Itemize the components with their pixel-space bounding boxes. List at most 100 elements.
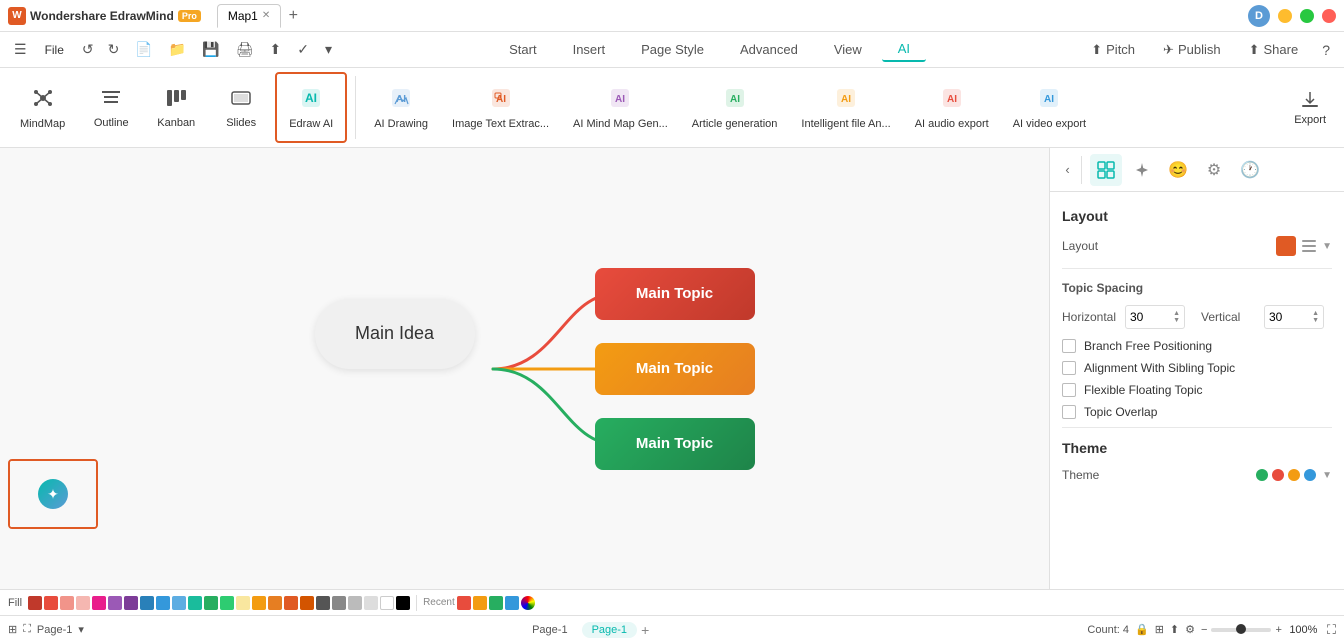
color-orange[interactable]: [268, 596, 282, 610]
save-icon[interactable]: 💾: [196, 38, 225, 61]
zoom-in-icon[interactable]: +: [1275, 624, 1281, 636]
ribbon-ai-drawing[interactable]: AI AI Drawing: [364, 72, 438, 143]
ribbon-edraw-ai[interactable]: AI Edraw AI: [275, 72, 347, 143]
page-tab-active[interactable]: Page-1: [582, 622, 637, 638]
color-purple[interactable]: [108, 596, 122, 610]
checkbox-overlap[interactable]: Topic Overlap: [1062, 405, 1332, 419]
tab-close-icon[interactable]: ✕: [262, 10, 270, 21]
file-menu[interactable]: File: [37, 39, 72, 61]
checkbox-branch-free[interactable]: Branch Free Positioning: [1062, 339, 1332, 353]
tab-start[interactable]: Start: [493, 38, 552, 61]
color-blue-light[interactable]: [172, 596, 186, 610]
alignment-checkbox[interactable]: [1062, 361, 1076, 375]
export-icon[interactable]: ⬆: [263, 38, 287, 61]
publish-button[interactable]: ✈ Publish: [1153, 38, 1231, 62]
thumbnail-panel[interactable]: ✦: [8, 459, 98, 529]
ribbon-ai-mindmap[interactable]: AI AI Mind Map Gen...: [563, 72, 678, 143]
print-icon[interactable]: 🖨: [230, 38, 260, 61]
color-blue-dark[interactable]: [140, 596, 154, 610]
map-tab[interactable]: Map1 ✕: [217, 4, 281, 28]
maximize-button[interactable]: [1300, 9, 1314, 23]
recent-color-2[interactable]: [473, 596, 487, 610]
undo-button[interactable]: ↺: [76, 38, 100, 61]
page-dropdown-arrow[interactable]: ▾: [78, 623, 84, 636]
more-icon[interactable]: ▾: [319, 38, 338, 61]
ribbon-intelligent-file[interactable]: AI Intelligent file An...: [791, 72, 900, 143]
layout-icon-status[interactable]: ⊞: [1155, 623, 1164, 636]
color-dark-gray[interactable]: [316, 596, 330, 610]
vertical-input[interactable]: 30 ▲ ▼: [1264, 305, 1324, 329]
color-pink[interactable]: [92, 596, 106, 610]
color-blue[interactable]: [156, 596, 170, 610]
branch-free-checkbox[interactable]: [1062, 339, 1076, 353]
tab-insert[interactable]: Insert: [557, 38, 622, 61]
recent-color-3[interactable]: [489, 596, 503, 610]
color-brown[interactable]: [300, 596, 314, 610]
vertical-down-arrow[interactable]: ▼: [1312, 317, 1319, 324]
color-pale-gray[interactable]: [364, 596, 378, 610]
fullscreen-icon[interactable]: ⛶: [1327, 622, 1336, 638]
add-page-button[interactable]: +: [641, 622, 649, 638]
color-light-gray[interactable]: [348, 596, 362, 610]
topic-node-2[interactable]: Main Topic: [595, 343, 755, 395]
tab-view[interactable]: View: [818, 38, 878, 61]
horizontal-up-arrow[interactable]: ▲: [1173, 310, 1180, 317]
panel-collapse-button[interactable]: ‹: [1054, 156, 1082, 184]
zoom-out-icon[interactable]: −: [1201, 624, 1207, 636]
close-button[interactable]: [1322, 9, 1336, 23]
pitch-button[interactable]: ⬆ Pitch: [1081, 38, 1145, 62]
color-white[interactable]: [380, 596, 394, 610]
topic-node-3[interactable]: Main Topic: [595, 418, 755, 470]
minimize-button[interactable]: [1278, 9, 1292, 23]
recent-color-4[interactable]: [505, 596, 519, 610]
color-purple-dark[interactable]: [124, 596, 138, 610]
canvas[interactable]: Main Idea Main Topic Main Topic Main Top…: [0, 148, 1049, 589]
ribbon-ai-audio[interactable]: AI AI audio export: [905, 72, 999, 143]
vertical-arrows[interactable]: ▲ ▼: [1312, 310, 1319, 324]
checkbox-alignment[interactable]: Alignment With Sibling Topic: [1062, 361, 1332, 375]
horizontal-arrows[interactable]: ▲ ▼: [1173, 310, 1180, 324]
central-node[interactable]: Main Idea: [315, 299, 475, 369]
color-black[interactable]: [396, 596, 410, 610]
check-icon[interactable]: ✓: [291, 38, 315, 61]
new-file-icon[interactable]: 📄: [129, 38, 158, 61]
horizontal-down-arrow[interactable]: ▼: [1173, 317, 1180, 324]
color-yellow[interactable]: [252, 596, 266, 610]
tab-advanced[interactable]: Advanced: [724, 38, 814, 61]
panel-tab-clock[interactable]: 🕐: [1234, 154, 1266, 186]
layout-dropdown[interactable]: ▼: [1276, 236, 1332, 256]
ribbon-article-gen[interactable]: AI Article generation: [682, 72, 788, 143]
color-pink-light[interactable]: [76, 596, 90, 610]
overlap-checkbox[interactable]: [1062, 405, 1076, 419]
vertical-up-arrow[interactable]: ▲: [1312, 310, 1319, 317]
view-icon[interactable]: ⊞: [8, 623, 17, 636]
add-tab-button[interactable]: +: [283, 6, 303, 26]
avatar[interactable]: D: [1248, 5, 1270, 27]
recent-color-1[interactable]: [457, 596, 471, 610]
color-green-light[interactable]: [220, 596, 234, 610]
more-colors-button[interactable]: [521, 596, 535, 610]
fit-icon[interactable]: ⛶: [23, 623, 31, 636]
panel-tab-emoji[interactable]: 😊: [1162, 154, 1194, 186]
horizontal-input[interactable]: 30 ▲ ▼: [1125, 305, 1185, 329]
color-red-dark[interactable]: [28, 596, 42, 610]
ribbon-image-text[interactable]: AI Image Text Extrac...: [442, 72, 559, 143]
sidebar-toggle-icon[interactable]: ☰: [8, 38, 33, 61]
flexible-checkbox[interactable]: [1062, 383, 1076, 397]
color-orange-dark[interactable]: [284, 596, 298, 610]
export-button[interactable]: Export: [1284, 72, 1336, 143]
ribbon-slides[interactable]: Slides: [211, 72, 271, 143]
share-button[interactable]: ⬆ Share: [1239, 38, 1309, 62]
tab-page-style[interactable]: Page Style: [625, 38, 720, 61]
ribbon-ai-video[interactable]: AI AI video export: [1003, 72, 1096, 143]
open-file-icon[interactable]: 📁: [163, 38, 192, 61]
panel-tab-settings[interactable]: ⚙: [1198, 154, 1230, 186]
tab-ai[interactable]: AI: [882, 37, 926, 62]
topic-node-1[interactable]: Main Topic: [595, 268, 755, 320]
color-yellow-pale[interactable]: [236, 596, 250, 610]
ribbon-kanban[interactable]: Kanban: [145, 72, 207, 143]
ribbon-mindmap[interactable]: MindMap: [8, 72, 77, 143]
panel-tab-layout[interactable]: [1090, 154, 1122, 186]
panel-tab-ai-sparkle[interactable]: [1126, 154, 1158, 186]
color-red[interactable]: [44, 596, 58, 610]
